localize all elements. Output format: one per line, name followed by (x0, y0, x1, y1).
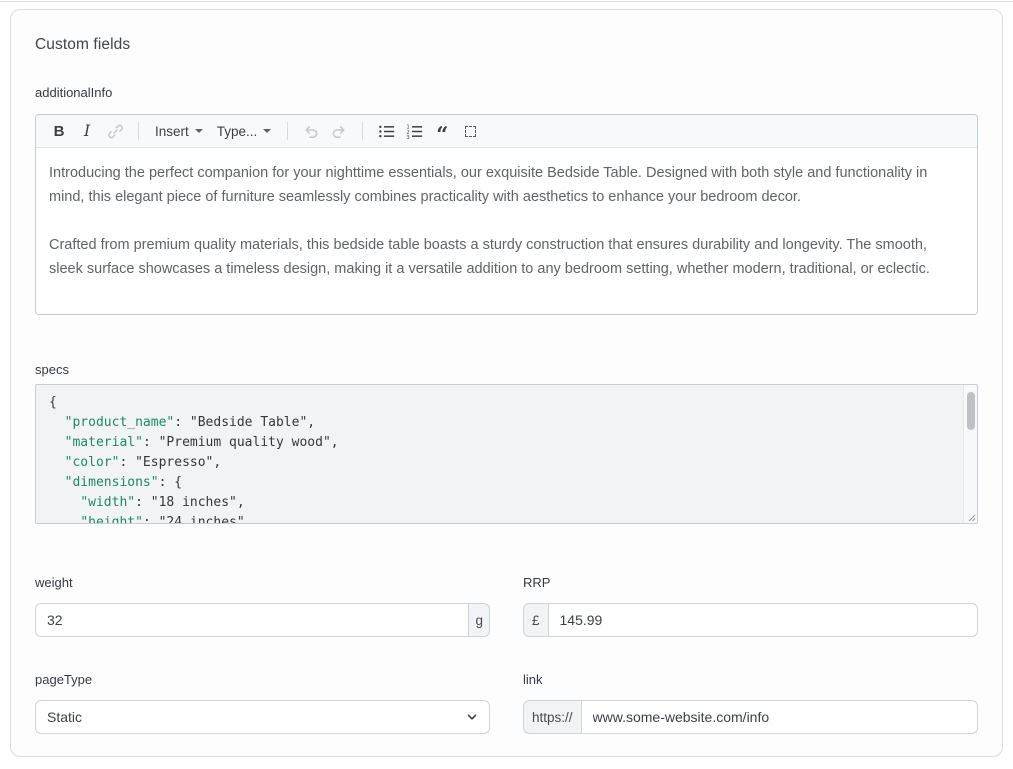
dashed-square-icon (465, 126, 476, 137)
redo-button[interactable] (326, 118, 352, 144)
rich-text-editor: B I Insert Typ (35, 114, 978, 315)
link-button[interactable] (102, 118, 128, 144)
scrollbar-thumb[interactable] (967, 392, 975, 430)
weight-field: weight g (35, 574, 490, 637)
resize-grip-icon[interactable] (964, 510, 976, 522)
type-menu-button[interactable]: Type... (211, 118, 278, 144)
toolbar-divider (287, 122, 288, 140)
numbered-list-button[interactable]: 1 2 3 (401, 118, 427, 144)
specs-scrollbar[interactable] (963, 385, 977, 523)
toolbar-divider (362, 122, 363, 140)
undo-button[interactable] (298, 118, 324, 144)
rrp-input[interactable] (548, 603, 978, 637)
page-type-label: pageType (35, 671, 490, 689)
rte-toolbar: B I Insert Typ (36, 115, 977, 148)
specs-code: { "product_name": "Bedside Table", "mate… (36, 385, 977, 524)
blockquote-button[interactable]: “ (429, 118, 455, 144)
italic-button[interactable]: I (74, 118, 100, 144)
rte-paragraph: Crafted from premium quality materials, … (49, 233, 964, 281)
rrp-label: RRP (523, 574, 978, 592)
blockquote-icon: “ (436, 130, 448, 140)
link-input[interactable] (581, 700, 978, 734)
rte-paragraph: Introducing the perfect companion for yo… (49, 161, 964, 209)
weight-unit-addon: g (468, 603, 490, 637)
link-field: link https:// (523, 671, 978, 734)
insert-menu-button[interactable]: Insert (149, 118, 209, 144)
redo-icon (330, 123, 348, 139)
numbered-list-icon: 1 2 3 (406, 123, 423, 140)
rrp-field: RRP £ (523, 574, 978, 637)
chevron-down-icon (263, 129, 271, 133)
specs-label: specs (35, 361, 978, 379)
weight-label: weight (35, 574, 490, 592)
undo-icon (302, 123, 320, 139)
svg-text:3: 3 (406, 134, 409, 139)
insert-menu-label: Insert (155, 124, 189, 139)
page-type-field: pageType Static (35, 671, 490, 734)
chevron-down-icon (195, 129, 203, 133)
type-menu-label: Type... (217, 124, 258, 139)
specs-textarea[interactable]: { "product_name": "Bedside Table", "mate… (35, 384, 978, 524)
custom-fields-card: Custom fields additionalInfo B I (10, 9, 1003, 757)
page-type-select[interactable]: Static (35, 700, 490, 734)
additional-info-label: additionalInfo (35, 84, 978, 102)
bullet-list-icon (378, 123, 395, 140)
weight-input[interactable] (35, 603, 469, 637)
section-title: Custom fields (35, 36, 978, 54)
rte-content[interactable]: Introducing the perfect companion for yo… (36, 148, 977, 314)
container-block-button[interactable] (457, 118, 483, 144)
bold-button[interactable]: B (46, 118, 72, 144)
link-label: link (523, 671, 978, 689)
link-icon (107, 123, 124, 140)
top-divider (0, 1, 1013, 2)
weight-rrp-row: weight g RRP £ (35, 574, 978, 637)
toolbar-divider (138, 122, 139, 140)
additional-info-field: additionalInfo B I Insert (35, 84, 978, 315)
currency-addon: £ (523, 603, 549, 637)
bullet-list-button[interactable] (373, 118, 399, 144)
protocol-addon: https:// (523, 700, 582, 734)
pagetype-link-row: pageType Static link https:// (35, 671, 978, 734)
specs-field: specs { "product_name": "Bedside Table",… (35, 361, 978, 524)
